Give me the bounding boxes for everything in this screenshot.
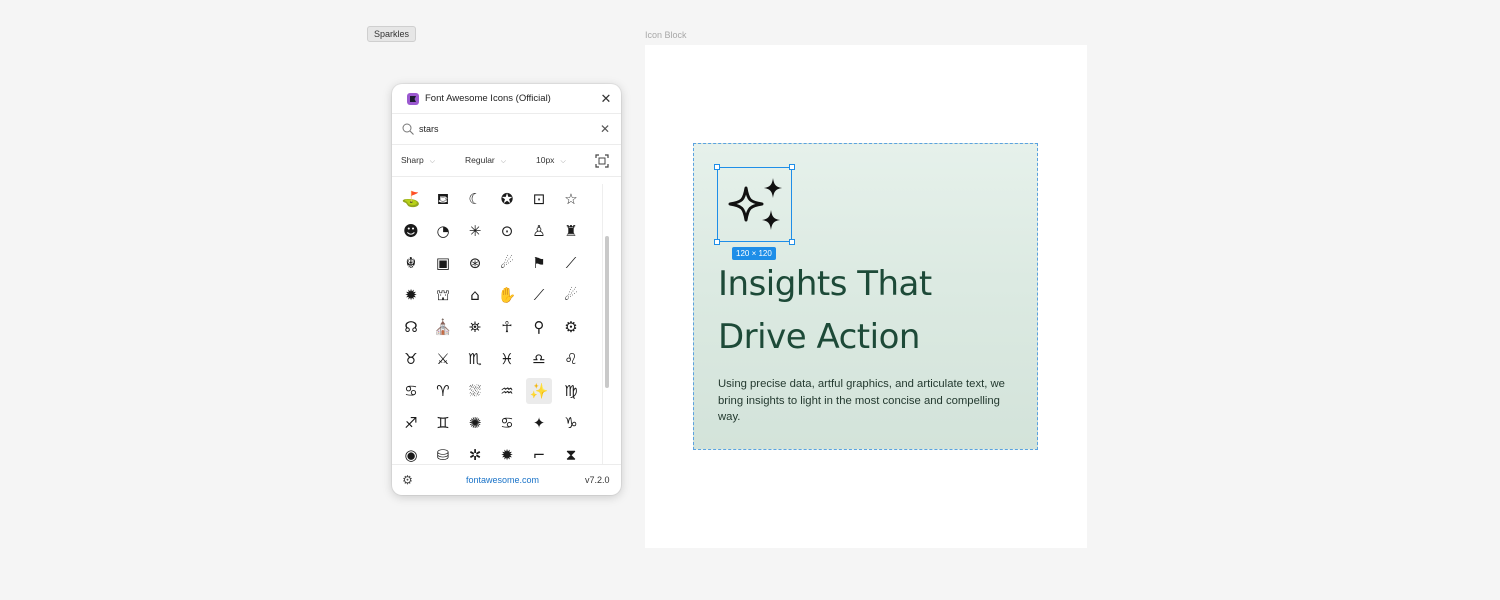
comet-icon[interactable]: ☄: [558, 282, 584, 308]
aquarius-icon[interactable]: ♒: [494, 378, 520, 404]
gemini-icon[interactable]: ♊: [430, 410, 456, 436]
style-select[interactable]: Regular ⌵: [465, 155, 506, 166]
resize-handle-top-left[interactable]: [714, 164, 720, 170]
droid-icon[interactable]: ⛯: [462, 314, 488, 340]
circle-star-icon[interactable]: ✪: [494, 186, 520, 212]
sun-icon[interactable]: ✹: [494, 442, 520, 462]
taurus-icon[interactable]: ♉: [398, 346, 424, 372]
swords-icon[interactable]: ⚔: [430, 346, 456, 372]
sagittarius-icon[interactable]: ♐: [398, 410, 424, 436]
font-awesome-plugin-panel: Font Awesome Icons (Official) ✕ ✕ Sharp ⌵…: [392, 84, 621, 495]
chevron-down-icon: ⌵: [560, 158, 566, 165]
starburst-icon[interactable]: ✹: [398, 282, 424, 308]
aries-icon[interactable]: ♈: [430, 378, 456, 404]
family-select-value: Sharp: [401, 155, 424, 165]
scorpio-icon[interactable]: ♏: [462, 346, 488, 372]
icon-grid: ⛳ ⛾ ☾ ✪ ⊡ ☆ ☻ ◔ ✳ ⊙ ♙ ♜ ☬ ▣ ⊛ ☄ ⚑ ⟋ ✹ ⛫ ⌂ ✋ ⟋ ☄ ☊ ⛪ ⛯ ☥ ⚲ ⚙ ♉ ⚔ ♏ ♓ ♎ ♌ ♋ ♈ ⛆ ♒…: [398, 184, 593, 462]
leo-icon[interactable]: ♌: [558, 346, 584, 372]
search-input[interactable]: [419, 121, 589, 137]
chevron-down-icon: ⌵: [500, 158, 507, 165]
sparkles-icon: [728, 178, 782, 230]
gear-icon[interactable]: ⚙: [401, 474, 414, 487]
resize-handle-bottom-left[interactable]: [714, 239, 720, 245]
lightsaber-icon[interactable]: ⟋: [558, 250, 584, 276]
cancer-icon[interactable]: ♋: [398, 378, 424, 404]
capricorn-icon[interactable]: ♑: [558, 410, 584, 436]
saber-icon[interactable]: ⟋: [526, 282, 552, 308]
close-icon[interactable]: ✕: [599, 92, 613, 106]
family-select[interactable]: Sharp ⌵: [401, 155, 435, 166]
user-astronaut-icon[interactable]: ⛁: [430, 442, 456, 462]
alien-icon[interactable]: ☥: [494, 314, 520, 340]
search-bar: ✕: [392, 114, 621, 145]
sun-gear-icon[interactable]: ⚙: [558, 314, 584, 340]
castle-icon[interactable]: ♜: [558, 218, 584, 244]
resize-handle-bottom-right[interactable]: [789, 239, 795, 245]
hand-sparkles-icon[interactable]: ✋: [494, 282, 520, 308]
calendar-star-icon[interactable]: ⊡: [526, 186, 552, 212]
asterisk-icon[interactable]: ✳: [462, 218, 488, 244]
moon-stars-icon[interactable]: ☾: [462, 186, 488, 212]
hourglass-icon[interactable]: ⧗: [558, 442, 584, 462]
plugin-footer: ⚙ fontawesome.com v7.2.0: [392, 464, 621, 495]
hand-star-icon[interactable]: ☆: [558, 186, 584, 212]
size-select[interactable]: 10px ⌵: [536, 155, 566, 166]
fontawesome-link[interactable]: fontawesome.com: [466, 475, 539, 485]
expand-icon[interactable]: [595, 154, 609, 168]
chevron-down-icon: ⌵: [429, 158, 435, 165]
pisces-icon[interactable]: ♓: [494, 346, 520, 372]
style-select-value: Regular: [465, 155, 495, 165]
jedi-order-icon[interactable]: ☬: [398, 250, 424, 276]
robot-icon[interactable]: ⛫: [430, 282, 456, 308]
plugin-title: Font Awesome Icons (Official): [425, 93, 551, 104]
scrollbar-thumb[interactable]: [605, 236, 609, 388]
building-icon[interactable]: ⛪: [430, 314, 456, 340]
body-text[interactable]: Using precise data, artful graphics, and…: [718, 376, 1018, 426]
resize-handle-top-right[interactable]: [789, 164, 795, 170]
planet-icon[interactable]: ◔: [430, 218, 456, 244]
sparkles-icon[interactable]: ✨: [526, 378, 552, 404]
book-icon[interactable]: ▣: [430, 250, 456, 276]
selected-icon-box[interactable]: [714, 164, 795, 245]
filter-bar: Sharp ⌵ Regular ⌵ 10px ⌵: [392, 145, 621, 177]
search-icon: [402, 123, 414, 135]
eye-galaxy-icon[interactable]: ⊛: [462, 250, 488, 276]
stairs-icon[interactable]: ⌐: [526, 442, 552, 462]
libra-icon[interactable]: ♎: [526, 346, 552, 372]
plugin-header: Font Awesome Icons (Official) ✕: [392, 84, 621, 114]
face-grin-stars-icon[interactable]: ☻: [398, 218, 424, 244]
font-awesome-logo-icon: [407, 93, 419, 105]
version-label: v7.2.0: [585, 475, 610, 485]
virgo-icon[interactable]: ♍: [558, 378, 584, 404]
meteor-icon[interactable]: ☄: [494, 250, 520, 276]
clear-search-icon[interactable]: ✕: [598, 122, 612, 136]
ufo-icon[interactable]: ⚲: [526, 314, 552, 340]
tie-fighter-icon[interactable]: ⊙: [494, 218, 520, 244]
tooltip-sparkles: Sparkles: [367, 26, 417, 42]
size-select-value: 10px: [536, 155, 555, 165]
spiral-galaxy-icon[interactable]: ✺: [462, 410, 488, 436]
headline[interactable]: Insights That Drive Action: [718, 258, 1028, 364]
cup-star-icon[interactable]: ⛾: [430, 186, 456, 212]
scrollbar[interactable]: [602, 184, 610, 464]
astronaut-icon[interactable]: ♙: [526, 218, 552, 244]
sparkle-icon[interactable]: ✦: [526, 410, 552, 436]
house-star-icon[interactable]: ⌂: [462, 282, 488, 308]
frame-label[interactable]: Icon Block: [645, 30, 687, 40]
tree-icon[interactable]: ⛆: [462, 378, 488, 404]
flag-usa-icon[interactable]: ⚑: [526, 250, 552, 276]
eye-icon[interactable]: ◉: [398, 442, 424, 462]
ranking-star-icon[interactable]: ⛳: [398, 186, 424, 212]
galaxy-icon[interactable]: ☊: [398, 314, 424, 340]
star-gear-icon[interactable]: ✲: [462, 442, 488, 462]
wind-icon[interactable]: ♋: [494, 410, 520, 436]
